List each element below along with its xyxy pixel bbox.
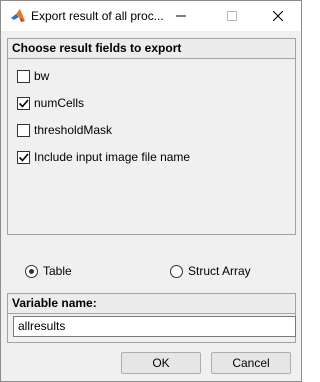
variable-name-group: Variable name: allresults [7, 293, 296, 343]
field-row-include-filename[interactable]: Include input image file name [17, 149, 190, 165]
variable-name-input[interactable]: allresults [13, 316, 296, 337]
checkbox-label: thresholdMask [34, 123, 113, 137]
radio-button-struct-array[interactable] [170, 264, 183, 278]
checkmark-icon [18, 98, 29, 108]
close-icon [273, 11, 283, 21]
radio-label: Table [43, 264, 72, 278]
radio-selected-dot [29, 268, 34, 274]
minimize-button[interactable] [158, 1, 204, 31]
ok-button[interactable]: OK [121, 352, 201, 374]
maximize-button[interactable] [209, 1, 255, 31]
radio-label: Struct Array [188, 264, 251, 278]
variable-name-label: Variable name: [8, 294, 295, 314]
checkbox-label: bw [34, 69, 50, 83]
radio-struct-array[interactable]: Struct Array [170, 263, 251, 279]
export-dialog: Export result of all proc... Choose resu… [0, 0, 302, 382]
field-row-bw[interactable]: bw [17, 68, 49, 84]
checkmark-icon [18, 152, 29, 162]
maximize-icon [227, 11, 237, 21]
checkbox-label: Include input image file name [34, 150, 191, 164]
field-row-numcells[interactable]: numCells [17, 95, 84, 111]
checkbox-label: numCells [34, 96, 85, 110]
radio-table[interactable]: Table [25, 263, 72, 279]
field-row-thresholdmask[interactable]: thresholdMask [17, 122, 112, 138]
minimize-icon [176, 15, 186, 17]
matlab-icon [10, 8, 26, 24]
close-button[interactable] [255, 1, 301, 31]
checkbox-bw[interactable] [17, 69, 30, 83]
window-title: Export result of all proc... [31, 9, 164, 23]
checkbox-numcells[interactable] [17, 96, 30, 110]
title-bar: Export result of all proc... [1, 1, 301, 31]
checkbox-thresholdmask[interactable] [17, 123, 30, 137]
fields-group-header: Choose result fields to export [8, 39, 295, 59]
fields-group: Choose result fields to export bw numCel… [7, 38, 296, 235]
cancel-button[interactable]: Cancel [211, 352, 291, 374]
radio-button-table[interactable] [25, 264, 38, 278]
checkbox-include-filename[interactable] [17, 150, 30, 164]
